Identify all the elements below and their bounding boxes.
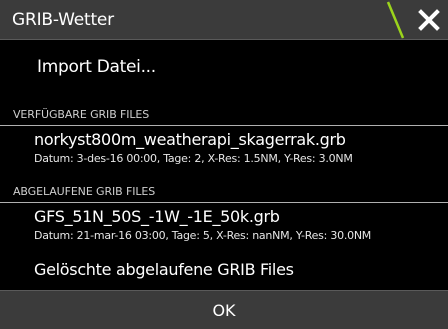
dialog-titlebar: GRIB-Wetter	[0, 0, 448, 40]
import-file-button[interactable]: Import Datei...	[0, 41, 448, 97]
delete-expired-button[interactable]: Gelöschte abgelaufene GRIB Files	[0, 250, 448, 290]
grib-file-details: Datum: 21-mar-16 03:00, Tage: 5, X-Res: …	[34, 229, 372, 242]
grib-file-item-available[interactable]: norkyst800m_weatherapi_skagerrak.grb Dat…	[0, 127, 448, 173]
accent-slash-icon	[386, 1, 405, 39]
import-file-label: Import Datei...	[37, 57, 156, 77]
grib-file-details: Datum: 3-des-16 00:00, Tage: 2, X-Res: 1…	[34, 152, 353, 165]
close-icon	[418, 9, 440, 31]
delete-expired-label: Gelöschte abgelaufene GRIB Files	[34, 260, 294, 279]
grib-file-item-expired[interactable]: GFS_51N_50S_-1W_-1E_50k.grb Datum: 21-ma…	[0, 204, 448, 250]
expired-section-title: ABGELAUFENE GRIB FILES	[13, 185, 156, 198]
dialog-title: GRIB-Wetter	[12, 10, 114, 30]
ok-label: OK	[212, 301, 236, 320]
close-button[interactable]	[410, 0, 448, 40]
available-section-title: VERFÜGBARE GRIB FILES	[13, 108, 150, 121]
grib-file-name: norkyst800m_weatherapi_skagerrak.grb	[34, 130, 346, 149]
ok-button[interactable]: OK	[0, 290, 448, 329]
available-section-header: VERFÜGBARE GRIB FILES	[0, 106, 448, 126]
expired-section-header: ABGELAUFENE GRIB FILES	[0, 183, 448, 203]
grib-file-name: GFS_51N_50S_-1W_-1E_50k.grb	[34, 207, 280, 226]
